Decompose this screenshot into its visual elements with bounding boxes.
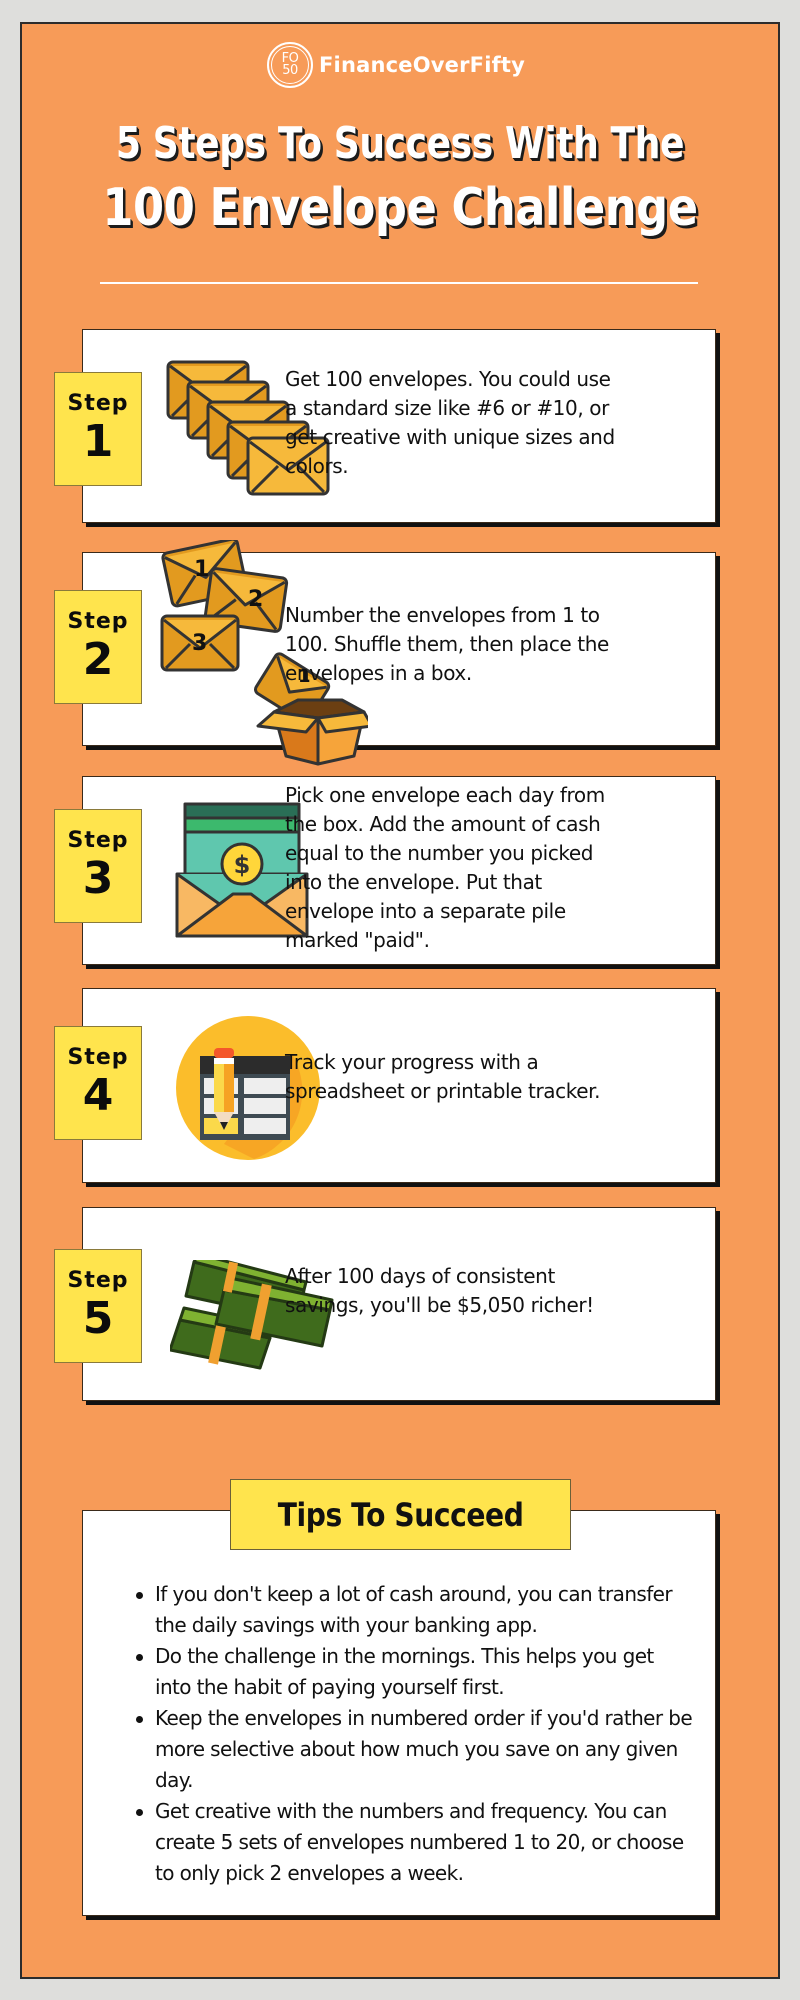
tips-heading: Tips To Succeed: [277, 1495, 524, 1534]
tips-list: If you don't keep a lot of cash around, …: [136, 1579, 695, 1889]
tip-text: If you don't keep a lot of cash around, …: [155, 1582, 673, 1637]
step-text-4: Track your progress with a spreadsheet o…: [285, 1050, 601, 1103]
title-divider: [100, 282, 698, 284]
envelope-number: 3: [192, 631, 207, 656]
step-label: Step: [67, 827, 129, 853]
step-text-1: Get 100 envelopes. You could use a stand…: [285, 367, 615, 478]
tip-item: Do the challenge in the mornings. This h…: [136, 1641, 695, 1703]
step-badge-1: Step 1: [54, 372, 142, 486]
logo-monogram-icon: FO 50: [267, 42, 313, 88]
brand-logo: FO 50 FinanceOverFifty: [267, 42, 525, 88]
step-number: 4: [82, 1069, 114, 1121]
tip-item: Keep the envelopes in numbered order if …: [136, 1703, 695, 1796]
step-badge-4: Step 4: [54, 1026, 142, 1140]
step-label: Step: [67, 390, 129, 416]
envelope-number: 2: [248, 587, 263, 612]
tip-item: If you don't keep a lot of cash around, …: [136, 1579, 695, 1641]
tip-text: Get creative with the numbers and freque…: [155, 1799, 684, 1885]
step-number: 1: [82, 415, 114, 467]
step-text-2: Number the envelopes from 1 to 100. Shuf…: [285, 603, 609, 685]
page-title-line-1: 5 Steps To Success With The: [115, 118, 685, 169]
tip-text: Keep the envelopes in numbered order if …: [155, 1706, 693, 1792]
step-label: Step: [67, 1267, 129, 1293]
brand-name: FinanceOverFifty: [319, 53, 526, 77]
step-text-5: After 100 days of consistent savings, yo…: [285, 1264, 594, 1317]
bullet-icon: [136, 1716, 143, 1723]
step-label: Step: [67, 608, 129, 634]
logo-monogram-bottom: 50: [282, 63, 298, 78]
step-number: 3: [82, 852, 114, 904]
step-text-3: Pick one envelope each day from the box.…: [285, 783, 605, 952]
step-number: 2: [82, 633, 114, 685]
page-title-line-2: 100 Envelope Challenge: [102, 178, 698, 238]
tip-item: Get creative with the numbers and freque…: [136, 1796, 695, 1889]
envelope-number: 1: [194, 557, 209, 582]
step-label: Step: [67, 1044, 129, 1070]
bullet-icon: [136, 1592, 143, 1599]
tips-heading-box: Tips To Succeed: [230, 1479, 571, 1550]
tip-text: Do the challenge in the mornings. This h…: [155, 1644, 654, 1699]
step-badge-2: Step 2: [54, 590, 142, 704]
step-badge-5: Step 5: [54, 1249, 142, 1363]
bullet-icon: [136, 1809, 143, 1816]
step-badge-3: Step 3: [54, 809, 142, 923]
step-number: 5: [82, 1292, 114, 1344]
bullet-icon: [136, 1654, 143, 1661]
dollar-sign: $: [234, 851, 251, 879]
